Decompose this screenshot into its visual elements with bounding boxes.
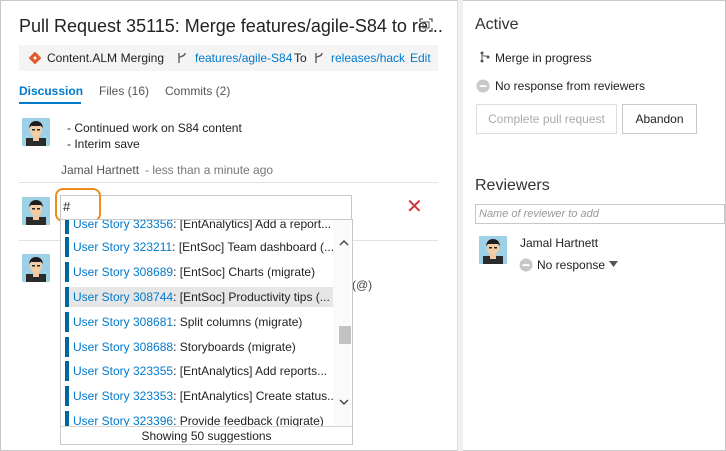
chevron-down-icon[interactable] <box>609 261 618 267</box>
suggestion-item[interactable]: User Story 308689: [EntSoc] Charts (migr… <box>65 262 333 282</box>
suggestion-item[interactable]: User Story 308681: Split columns (migrat… <box>65 312 333 332</box>
active-section-title: Active <box>475 16 519 33</box>
abandon-button[interactable]: Abandon <box>622 104 697 134</box>
comment-line: - Interim save <box>67 137 140 151</box>
suggestions-scrollbar[interactable] <box>333 220 351 426</box>
fullscreen-icon[interactable] <box>419 18 433 32</box>
focus-highlight <box>55 188 101 222</box>
target-branch-link[interactable]: releases/hack <box>331 51 405 65</box>
edit-link[interactable]: Edit <box>410 51 431 65</box>
no-response-icon <box>519 258 533 272</box>
merge-status: Merge in progress <box>495 51 592 65</box>
branch-bar: Content.ALM : Merging features/agile-S84… <box>19 45 438 71</box>
avatar <box>22 197 50 225</box>
scroll-up-icon[interactable] <box>338 238 350 248</box>
suggestions-dropdown: User Story 323356: [EntAnalytics] Add a … <box>60 219 353 445</box>
suggestion-item[interactable]: User Story 323353: [EntAnalytics] Create… <box>65 386 333 406</box>
merge-icon <box>480 51 490 63</box>
avatar <box>479 236 507 264</box>
add-reviewer-input[interactable]: Name of reviewer to add <box>475 204 725 224</box>
to-label: To <box>294 51 307 65</box>
page-title: Pull Request 35115: Merge features/agile… <box>19 16 443 36</box>
divider <box>19 182 438 183</box>
avatar <box>22 118 50 146</box>
reply-input[interactable] <box>60 195 352 221</box>
reviewer-name: Jamal Hartnett <box>520 236 599 250</box>
comment-author[interactable]: Jamal Hartnett <box>61 163 139 177</box>
suggestion-item[interactable]: User Story 323356: [EntAnalytics] Add a … <box>65 220 333 234</box>
avatar <box>22 254 50 282</box>
reviewer-vote-dropdown[interactable]: No response <box>537 258 605 272</box>
review-status: No response from reviewers <box>495 79 646 93</box>
suggestions-count: Showing 50 suggestions <box>61 426 352 444</box>
git-repo-icon <box>29 52 41 64</box>
branch-icon <box>315 52 323 63</box>
scroll-down-icon[interactable] <box>338 397 350 407</box>
suggestion-item-selected[interactable]: User Story 308744: [EntSoc] Productivity… <box>65 287 333 307</box>
complete-pull-request-button[interactable]: Complete pull request <box>476 104 617 134</box>
tab-files[interactable]: Files (16) <box>99 84 149 98</box>
tab-discussion[interactable]: Discussion <box>19 84 83 98</box>
mention-hint: (@) <box>352 278 373 292</box>
repo-name: Content.ALM <box>47 51 118 65</box>
suggestion-item[interactable]: User Story 323211: [EntSoc] Team dashboa… <box>65 237 333 257</box>
branch-icon <box>178 52 186 63</box>
suggestion-item[interactable]: User Story 308688: Storyboards (migrate) <box>65 337 333 357</box>
reviewers-section-title: Reviewers <box>475 177 550 194</box>
comment-timestamp: - less than a minute ago <box>145 163 274 177</box>
pane-splitter[interactable] <box>457 0 463 451</box>
active-tab-indicator <box>19 102 81 104</box>
scrollbar-thumb[interactable] <box>339 326 351 344</box>
source-branch-link[interactable]: features/agile-S84 <box>195 51 292 65</box>
suggestion-item[interactable]: User Story 323355: [EntAnalytics] Add re… <box>65 361 333 381</box>
merging-label: : Merging <box>114 51 165 65</box>
discard-reply-icon[interactable]: ✕ <box>406 197 423 217</box>
tab-commits[interactable]: Commits (2) <box>165 84 230 98</box>
no-response-icon <box>476 79 490 93</box>
comment-line: - Continued work on S84 content <box>67 121 242 135</box>
